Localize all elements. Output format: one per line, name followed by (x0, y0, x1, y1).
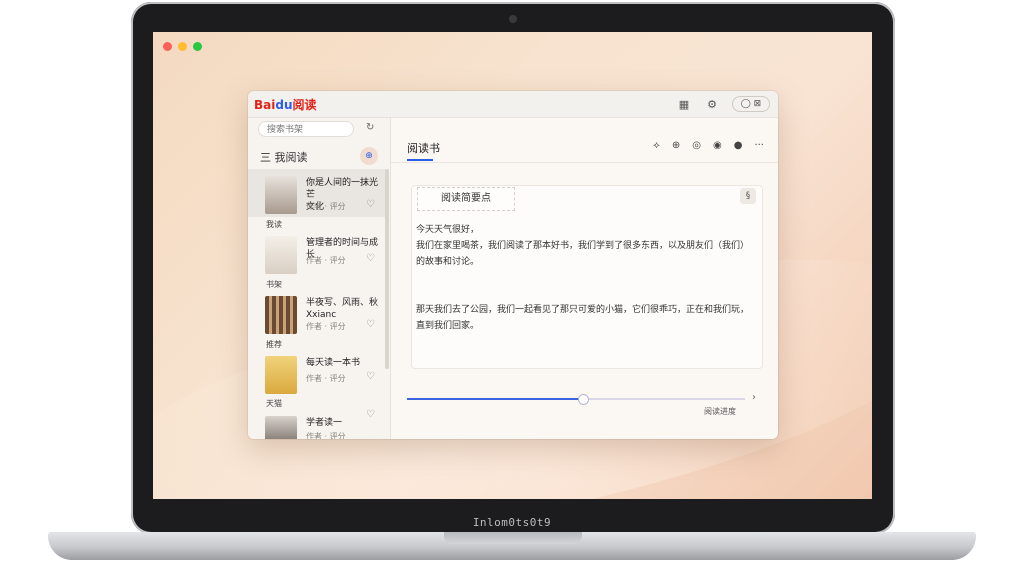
theme-icon[interactable]: ◉ (713, 140, 722, 151)
book-list: 你是人间的一抹光芒 文化 作者 · 评分 ♡ 我读 管理者的时间与成长 作者 · … (248, 169, 389, 439)
heart-icon[interactable]: ♡ (366, 253, 375, 264)
more-icon[interactable]: ··· (754, 140, 764, 151)
list-item[interactable]: 每天读一本书 作者 · 评分 ♡ (248, 349, 386, 397)
reading-progress-slider[interactable] (407, 394, 745, 405)
book-cover (265, 236, 297, 274)
titlebar-pill-button[interactable]: ◯ ⊠ (732, 96, 770, 112)
settings-icon[interactable]: ⚙ (704, 98, 720, 111)
pin-icon[interactable]: ⟡ (653, 140, 660, 151)
group-label: 天猫 (266, 399, 282, 408)
app-window: Baidu阅读 ▦ ⚙ ◯ ⊠ 搜索书架 ↻ 三 我阅读 ⊕ 你是人间的一抹光芒… (248, 91, 778, 439)
progress-knob[interactable] (577, 394, 589, 405)
summary-label: 阅读简要点 (417, 187, 515, 211)
search-input[interactable]: 搜索书架 (258, 121, 354, 137)
item-meta: 作者 · 评分 (306, 202, 346, 211)
book-cover (265, 356, 297, 394)
item-title: 每天读一本书 (306, 358, 361, 368)
brand-paw: du (275, 98, 293, 112)
close-dot-icon[interactable] (163, 42, 172, 51)
heart-icon[interactable]: ♡ (366, 409, 375, 420)
dark-mode-icon[interactable]: ● (734, 140, 743, 151)
list-item[interactable]: 管理者的时间与成长 作者 · 评分 ♡ (248, 229, 386, 277)
item-meta: 作者 · 评分 (306, 322, 346, 331)
progress-label: 阅读进度 (704, 407, 736, 416)
list-item[interactable]: 你是人间的一抹光芒 文化 作者 · 评分 ♡ (248, 169, 386, 217)
laptop-notch (444, 532, 582, 544)
paragraph-2: 那天我们去了公园，我们一起看见了那只可爱的小猫，它们很乖巧，正在和我们玩，直到我… (416, 305, 750, 331)
item-meta: 作者 · 评分 (306, 432, 346, 439)
progress-fill (407, 398, 583, 400)
next-arrow-icon[interactable]: › (752, 392, 756, 403)
brand-logo[interactable]: Baidu阅读 (254, 96, 317, 113)
maximize-dot-icon[interactable] (193, 42, 202, 51)
sidebar-header: 三 我阅读 (260, 151, 308, 164)
heart-icon[interactable]: ♡ (366, 371, 375, 382)
titlebar-tools: ▦ ⚙ ◯ ⊠ (676, 96, 770, 112)
target-icon[interactable]: ◎ (692, 140, 701, 151)
titlebar: Baidu阅读 ▦ ⚙ ◯ ⊠ (248, 91, 778, 118)
minimize-dot-icon[interactable] (178, 42, 187, 51)
main-toolbar: ⟡ ⊕ ◎ ◉ ● ··· (653, 140, 764, 151)
book-cover (265, 416, 297, 439)
heart-icon[interactable]: ♡ (366, 319, 375, 330)
camera-icon (509, 15, 517, 23)
title-underline (407, 159, 433, 161)
summary-card: 阅读简要点 § 今天天气很好， 我们在家里喝茶，我们阅读了那本好书，我们学到了很… (411, 185, 763, 369)
page-title: 阅读书 (407, 142, 440, 155)
paragraph-1: 我们在家里喝茶，我们阅读了那本好书，我们学到了很多东西，以及朋友们（我们）的故事… (416, 241, 750, 267)
share-icon[interactable]: ⊕ (672, 140, 680, 151)
sidebar: 搜索书架 ↻ 三 我阅读 ⊕ 你是人间的一抹光芒 文化 作者 · 评分 ♡ 我读 … (248, 118, 391, 439)
brand-suffix: 阅读 (292, 98, 317, 112)
item-title: 半夜写、风雨、秋 Xxianc (306, 298, 379, 320)
book-cover (265, 296, 297, 334)
traffic-lights (163, 42, 202, 51)
list-item[interactable]: 学者读一 作者 · 评分 ♡ (248, 409, 386, 439)
sidebar-scrollbar[interactable] (385, 169, 389, 369)
bookmark-icon[interactable]: § (740, 188, 756, 204)
refresh-icon[interactable]: ↻ (366, 122, 374, 133)
grid-icon[interactable]: ▦ (676, 98, 692, 111)
heart-icon[interactable]: ♡ (366, 199, 375, 210)
item-meta: 作者 · 评分 (306, 256, 346, 265)
main-panel: 阅读书 ⟡ ⊕ ◎ ◉ ● ··· 阅读简要点 § 今天天气很好， 我们在家里喝… (391, 118, 778, 439)
add-icon[interactable]: ⊕ (360, 147, 378, 165)
bezel-label: Inlom0ts0t9 (472, 516, 552, 529)
item-meta: 作者 · 评分 (306, 374, 346, 383)
divider (391, 162, 778, 163)
brand-main: Bai (254, 98, 276, 112)
paragraph-lead: 今天天气很好， (416, 225, 480, 235)
list-item[interactable]: 半夜写、风雨、秋 Xxianc 作者 · 评分 ♡ (248, 289, 386, 337)
book-cover (265, 176, 297, 214)
